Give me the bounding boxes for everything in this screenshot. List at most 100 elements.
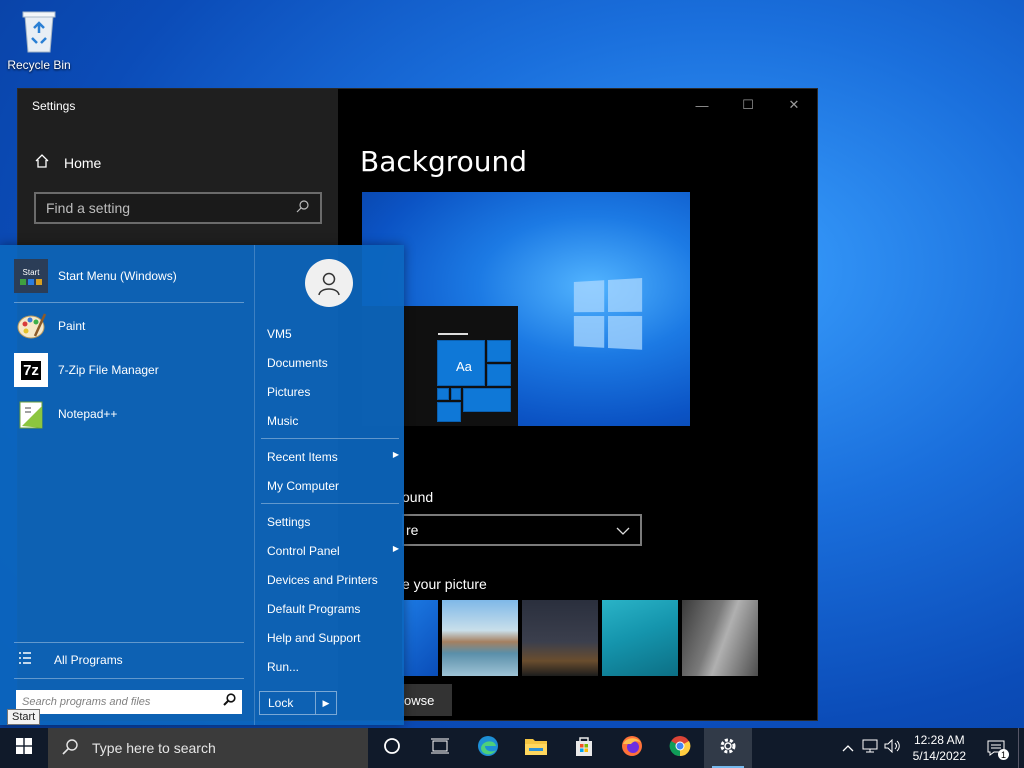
- pictures-item[interactable]: Pictures: [267, 385, 399, 399]
- file-explorer-button[interactable]: [512, 728, 560, 768]
- notification-icon: 1: [986, 739, 1009, 760]
- program-paint[interactable]: Paint: [14, 309, 85, 343]
- action-center-button[interactable]: 1: [974, 728, 1018, 768]
- minimize-button[interactable]: —: [679, 89, 725, 121]
- firefox-icon: [621, 735, 643, 762]
- edge-button[interactable]: [464, 728, 512, 768]
- thumbnail-windows[interactable]: [402, 600, 438, 676]
- 7zip-icon-text: 7z: [21, 360, 41, 380]
- maximize-button[interactable]: ☐: [725, 89, 771, 121]
- page-title: Background: [360, 145, 528, 178]
- chrome-button[interactable]: [656, 728, 704, 768]
- background-preview: Aa: [362, 192, 690, 426]
- find-setting-input[interactable]: [46, 200, 286, 216]
- browse-button[interactable]: owse: [402, 684, 452, 716]
- recycle-bin-icon: [17, 6, 61, 54]
- help-support-item[interactable]: Help and Support: [267, 631, 399, 645]
- all-programs-label: All Programs: [54, 652, 123, 667]
- taskbar-search-placeholder: Type here to search: [92, 740, 216, 756]
- settings-gear-icon: [718, 736, 738, 761]
- control-panel-item[interactable]: Control Panel ▶: [267, 544, 399, 558]
- menu-item-label: Devices and Printers: [267, 573, 378, 587]
- program-label: Paint: [58, 319, 86, 333]
- preview-tile-text: Aa: [456, 359, 472, 374]
- windows-logo-wallpaper: [573, 278, 647, 354]
- user-name-item[interactable]: VM5: [267, 327, 399, 341]
- thumbnail-beach[interactable]: [442, 600, 518, 676]
- run-item[interactable]: Run...: [267, 660, 399, 674]
- default-programs-item[interactable]: Default Programs: [267, 602, 399, 616]
- home-icon: [34, 153, 50, 172]
- lock-button[interactable]: Lock: [260, 692, 316, 714]
- start-search-box[interactable]: [16, 690, 242, 714]
- minimize-icon: —: [695, 97, 709, 113]
- menu-item-label: Pictures: [267, 385, 311, 399]
- home-nav-item[interactable]: Home: [34, 153, 101, 172]
- devices-printers-item[interactable]: Devices and Printers: [267, 573, 399, 587]
- dropdown-value: re: [406, 522, 419, 538]
- find-setting-box[interactable]: [34, 192, 322, 224]
- firefox-button[interactable]: [608, 728, 656, 768]
- store-button[interactable]: [560, 728, 608, 768]
- settings-item[interactable]: Settings: [267, 515, 399, 529]
- volume-button[interactable]: [881, 728, 905, 768]
- user-name-label: VM5: [267, 327, 292, 341]
- thumbnail-night-sky[interactable]: [522, 600, 598, 676]
- program-start-menu[interactable]: Start Start Menu (Windows): [14, 259, 177, 293]
- user-avatar[interactable]: [305, 259, 353, 307]
- window-controls: — ☐ ✕: [679, 89, 817, 121]
- lock-options-arrow-icon[interactable]: ▶: [316, 692, 336, 714]
- show-desktop-button[interactable]: [1018, 728, 1024, 768]
- windows-logo-icon: [16, 737, 32, 759]
- recycle-bin-label: Recycle Bin: [7, 58, 71, 72]
- taskbar-search[interactable]: Type here to search: [48, 728, 368, 768]
- clock-date: 5/14/2022: [912, 749, 966, 763]
- settings-taskbar-button[interactable]: [704, 728, 752, 768]
- close-button[interactable]: ✕: [771, 89, 817, 121]
- background-type-dropdown[interactable]: re: [402, 514, 642, 546]
- start-icon-text: Start: [22, 267, 40, 277]
- thumbnail-cliff[interactable]: [682, 600, 758, 676]
- start-menu-icon: Start: [14, 259, 48, 293]
- file-explorer-icon: [524, 736, 548, 761]
- menu-item-label: Default Programs: [267, 602, 361, 616]
- recent-items-item[interactable]: Recent Items ▶: [267, 450, 399, 464]
- speaker-icon: [884, 738, 902, 758]
- submenu-arrow-icon: ▶: [392, 450, 399, 459]
- taskbar: Type here to search 12:28 AM 5/14/2022 1: [0, 728, 1024, 768]
- submenu-arrow-icon: ▶: [392, 544, 399, 553]
- edge-icon: [477, 735, 499, 762]
- show-hidden-icons-button[interactable]: [837, 728, 859, 768]
- clock[interactable]: 12:28 AM 5/14/2022: [905, 732, 974, 764]
- notification-badge: 1: [998, 749, 1009, 760]
- program-7zip[interactable]: 7z 7-Zip File Manager: [14, 353, 159, 387]
- program-label: Start Menu (Windows): [58, 269, 177, 283]
- program-notepadpp[interactable]: Notepad++: [14, 397, 117, 431]
- start-search-input[interactable]: [22, 696, 212, 708]
- menu-item-label: Help and Support: [267, 631, 361, 645]
- menu-item-label: Recent Items: [267, 450, 338, 464]
- task-view-button[interactable]: [416, 728, 464, 768]
- menu-item-label: My Computer: [267, 479, 340, 493]
- lock-button-group: Lock ▶: [259, 691, 337, 715]
- recycle-bin[interactable]: Recycle Bin: [4, 4, 74, 72]
- start-button[interactable]: [0, 728, 48, 768]
- menu-item-label: Settings: [267, 515, 311, 529]
- network-button[interactable]: [859, 728, 881, 768]
- documents-item[interactable]: Documents: [267, 356, 399, 370]
- cortana-icon: [383, 737, 401, 760]
- start-menu-programs: Start Start Menu (Windows) Paint 7z 7-Zi…: [0, 245, 254, 725]
- maximize-icon: ☐: [742, 97, 754, 112]
- music-item[interactable]: Music: [267, 414, 399, 428]
- chevron-up-icon: [842, 739, 854, 757]
- all-programs-button[interactable]: All Programs: [18, 651, 123, 668]
- program-label: Notepad++: [58, 407, 118, 421]
- store-icon: [573, 735, 595, 762]
- clock-time: 12:28 AM: [913, 733, 965, 747]
- search-icon: [296, 199, 310, 218]
- cortana-button[interactable]: [368, 728, 416, 768]
- thumbnail-underwater[interactable]: [602, 600, 678, 676]
- home-label: Home: [64, 154, 102, 171]
- start-menu-places: VM5 Documents Pictures Music Recent Item…: [254, 245, 404, 725]
- my-computer-item[interactable]: My Computer: [267, 479, 399, 493]
